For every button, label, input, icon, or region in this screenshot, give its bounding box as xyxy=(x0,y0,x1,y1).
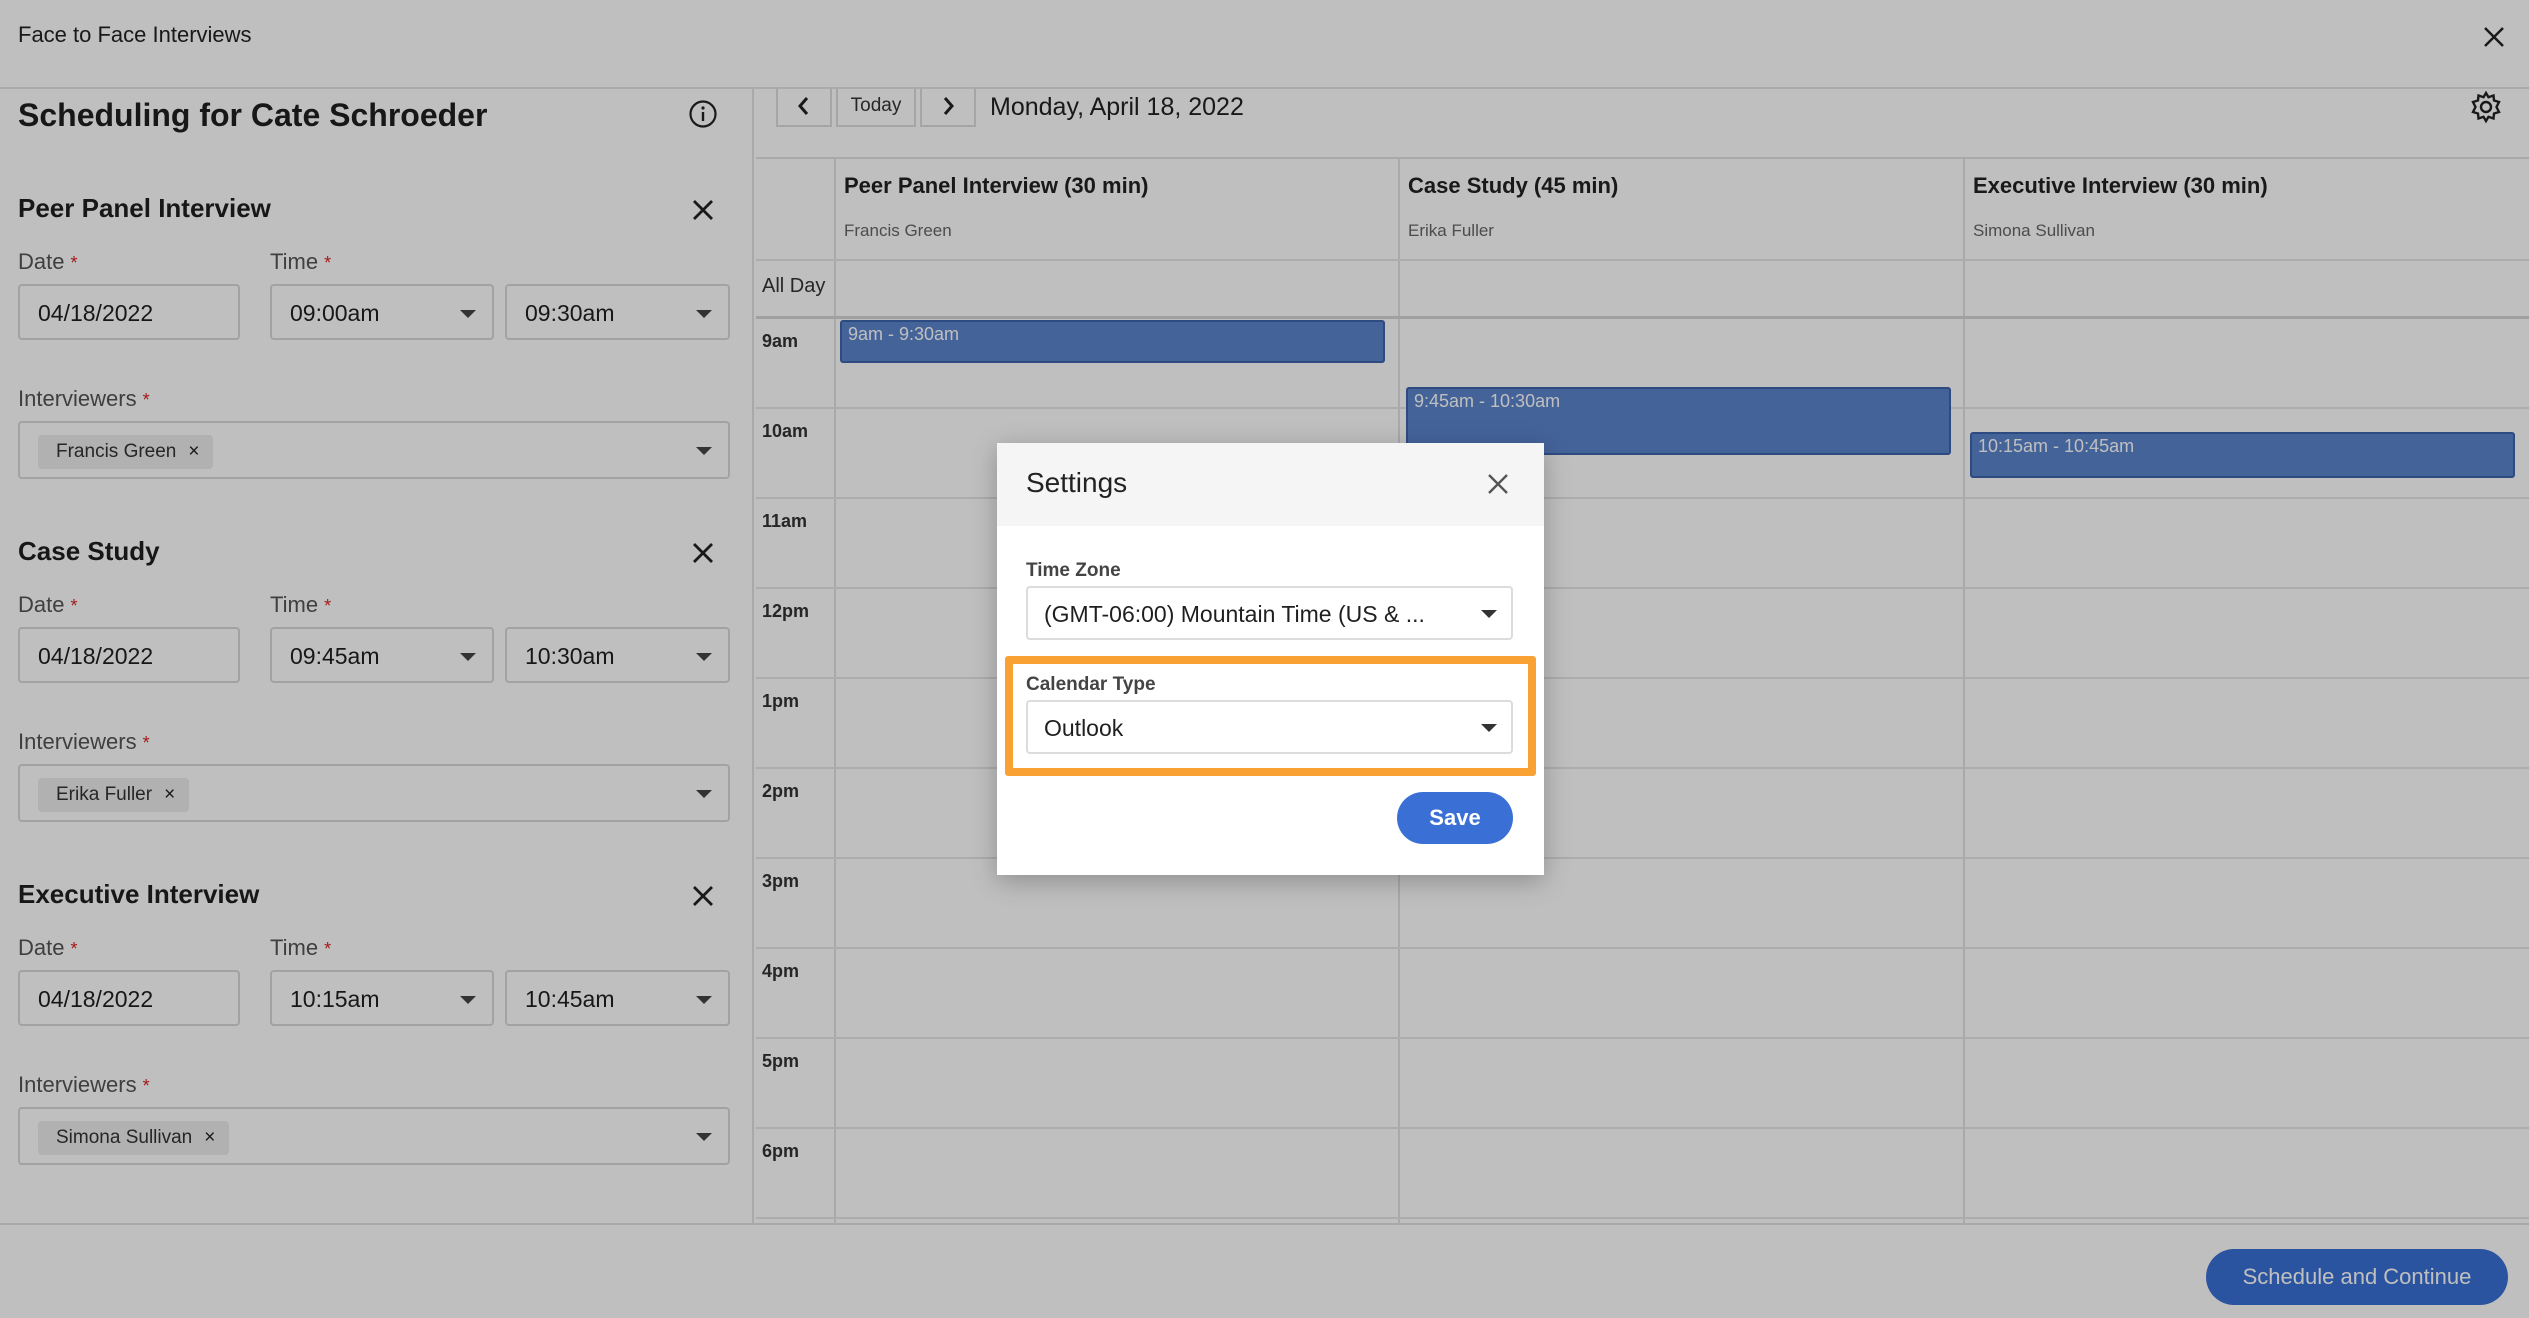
chevron-down-icon xyxy=(1481,724,1497,732)
modal-header: Settings xyxy=(997,443,1544,526)
timezone-select[interactable]: (GMT-06:00) Mountain Time (US & ... xyxy=(1026,586,1513,640)
modal-title: Settings xyxy=(1026,467,1128,498)
save-button[interactable]: Save xyxy=(1397,792,1513,844)
calendar-type-label: Calendar Type xyxy=(1026,674,1156,695)
app-window: Face to Face Interviews Scheduling for C… xyxy=(0,0,2529,1318)
timezone-label: Time Zone xyxy=(1026,560,1121,581)
settings-modal: Settings Time Zone (GMT-06:00) Mountain … xyxy=(997,443,1544,875)
calendar-type-select[interactable]: Outlook xyxy=(1026,700,1513,754)
chevron-down-icon xyxy=(1481,610,1497,618)
close-icon[interactable] xyxy=(1485,471,1511,497)
